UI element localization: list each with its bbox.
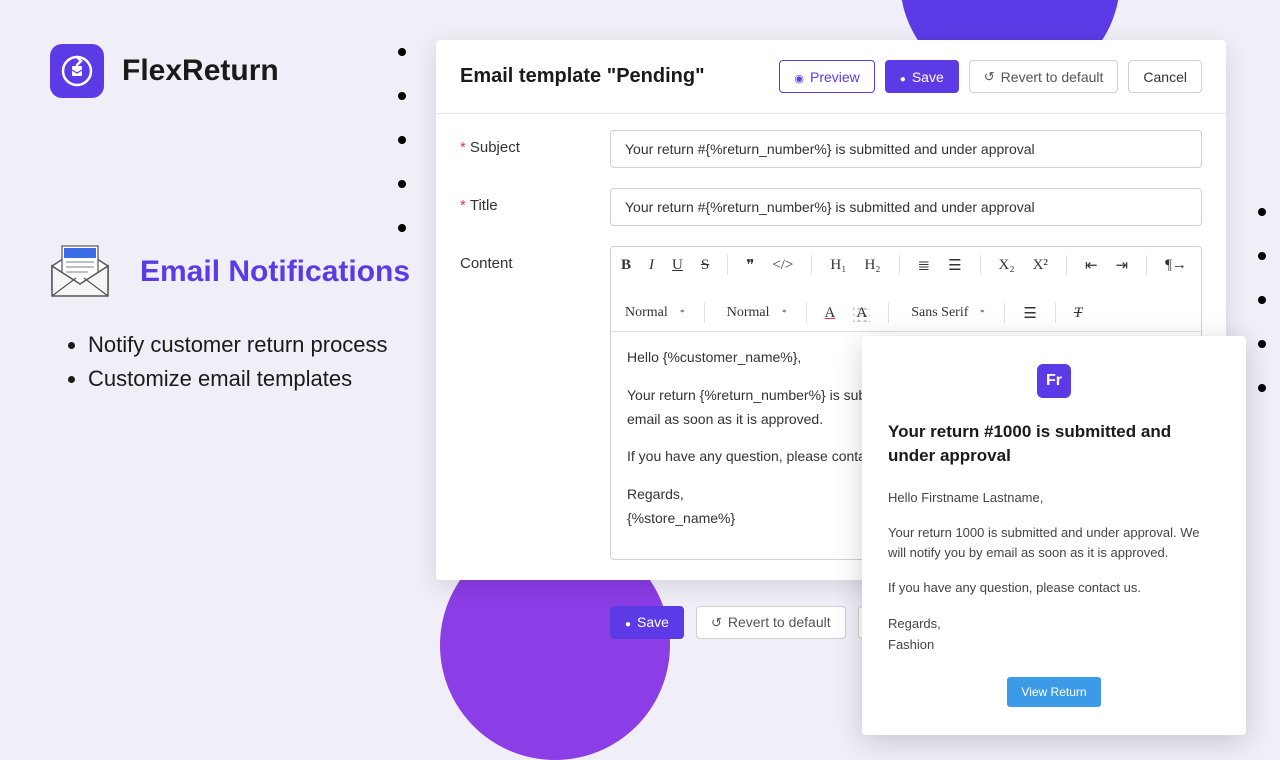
list-item: Customize email templates: [88, 366, 388, 392]
subscript-icon[interactable]: X₂: [999, 257, 1015, 274]
align-icon[interactable]: ☰: [1023, 304, 1036, 323]
save-button[interactable]: Save: [885, 60, 959, 93]
revert-button-label: Revert to default: [1001, 69, 1104, 85]
feature-bullet-list: Notify customer return process Customize…: [70, 332, 388, 400]
preview-button[interactable]: Preview: [779, 60, 874, 93]
direction-icon[interactable]: ¶→: [1165, 257, 1187, 274]
decorative-dots-right: [1258, 208, 1266, 428]
footer-revert-button[interactable]: Revert to default: [696, 606, 846, 639]
brand-header: FlexReturn: [50, 44, 279, 98]
subject-label: *Subject: [460, 130, 590, 156]
revert-icon: [984, 68, 995, 85]
subject-input[interactable]: [610, 130, 1202, 168]
superscript-icon[interactable]: X²: [1033, 257, 1048, 274]
code-icon[interactable]: </>: [772, 257, 793, 274]
save-button-label: Save: [912, 69, 944, 85]
bg-color-icon[interactable]: A: [853, 304, 870, 323]
eye-icon: [794, 69, 804, 85]
header-button-group: Preview Save Revert to default Cancel: [779, 60, 1202, 93]
strike-icon[interactable]: S: [701, 257, 709, 274]
editor-title: Email template "Pending": [460, 65, 705, 88]
preview-button-label: Preview: [810, 69, 860, 85]
revert-button[interactable]: Revert to default: [969, 60, 1119, 93]
preview-body: Hello Firstname Lastname, Your return 10…: [888, 488, 1220, 655]
preview-line: If you have any question, please contact…: [888, 578, 1220, 598]
heading-select[interactable]: Normal: [723, 303, 788, 323]
list-item: Notify customer return process: [88, 332, 388, 358]
subject-row: *Subject: [460, 130, 1202, 168]
content-label: Content: [460, 246, 590, 272]
h1-icon[interactable]: H₁: [830, 257, 846, 274]
title-row: *Title: [460, 188, 1202, 226]
bold-icon[interactable]: B: [621, 257, 631, 274]
footer-revert-label: Revert to default: [728, 614, 831, 630]
envelope-icon: [40, 232, 120, 312]
unordered-list-icon[interactable]: ☰: [948, 256, 961, 275]
preview-title: Your return #1000 is submitted and under…: [888, 420, 1220, 468]
outdent-icon[interactable]: ⇤: [1085, 256, 1098, 275]
brand-logo-icon: [50, 44, 104, 98]
email-preview-card: Fr Your return #1000 is submitted and un…: [862, 336, 1246, 735]
text-color-icon[interactable]: A: [825, 305, 836, 322]
quote-icon[interactable]: ❞: [746, 256, 754, 275]
h2-icon[interactable]: H₂: [864, 257, 880, 274]
brand-name: FlexReturn: [122, 54, 279, 88]
title-input[interactable]: [610, 188, 1202, 226]
title-label: *Title: [460, 188, 590, 214]
preview-line: Regards,: [888, 614, 1220, 634]
clear-format-icon[interactable]: T: [1074, 305, 1082, 322]
section-title: Email Notifications: [140, 255, 410, 289]
check-icon: [900, 69, 906, 85]
underline-icon[interactable]: U: [672, 257, 683, 274]
preview-logo-icon: Fr: [1037, 364, 1071, 398]
preview-line: Your return 1000 is submitted and under …: [888, 523, 1220, 562]
check-icon: [625, 614, 631, 630]
indent-icon[interactable]: ⇥: [1116, 256, 1129, 275]
preview-line: Fashion: [888, 635, 1220, 655]
preview-line: Hello Firstname Lastname,: [888, 488, 1220, 508]
revert-icon: [711, 614, 722, 631]
footer-save-label: Save: [637, 614, 669, 630]
section-header: Email Notifications: [40, 232, 410, 312]
editor-toolbar: B I U S ❞ </> H₁ H₂ ≣ ☰ X₂ X²: [611, 247, 1201, 332]
view-return-button[interactable]: View Return: [1007, 677, 1100, 707]
editor-header: Email template "Pending" Preview Save Re…: [436, 40, 1226, 114]
font-select[interactable]: Sans Serif: [907, 303, 986, 323]
size-select[interactable]: Normal: [621, 303, 686, 323]
footer-save-button[interactable]: Save: [610, 606, 684, 639]
ordered-list-icon[interactable]: ≣: [918, 256, 931, 275]
cancel-button-label: Cancel: [1143, 69, 1187, 85]
cancel-button[interactable]: Cancel: [1128, 60, 1202, 93]
italic-icon[interactable]: I: [649, 257, 654, 274]
